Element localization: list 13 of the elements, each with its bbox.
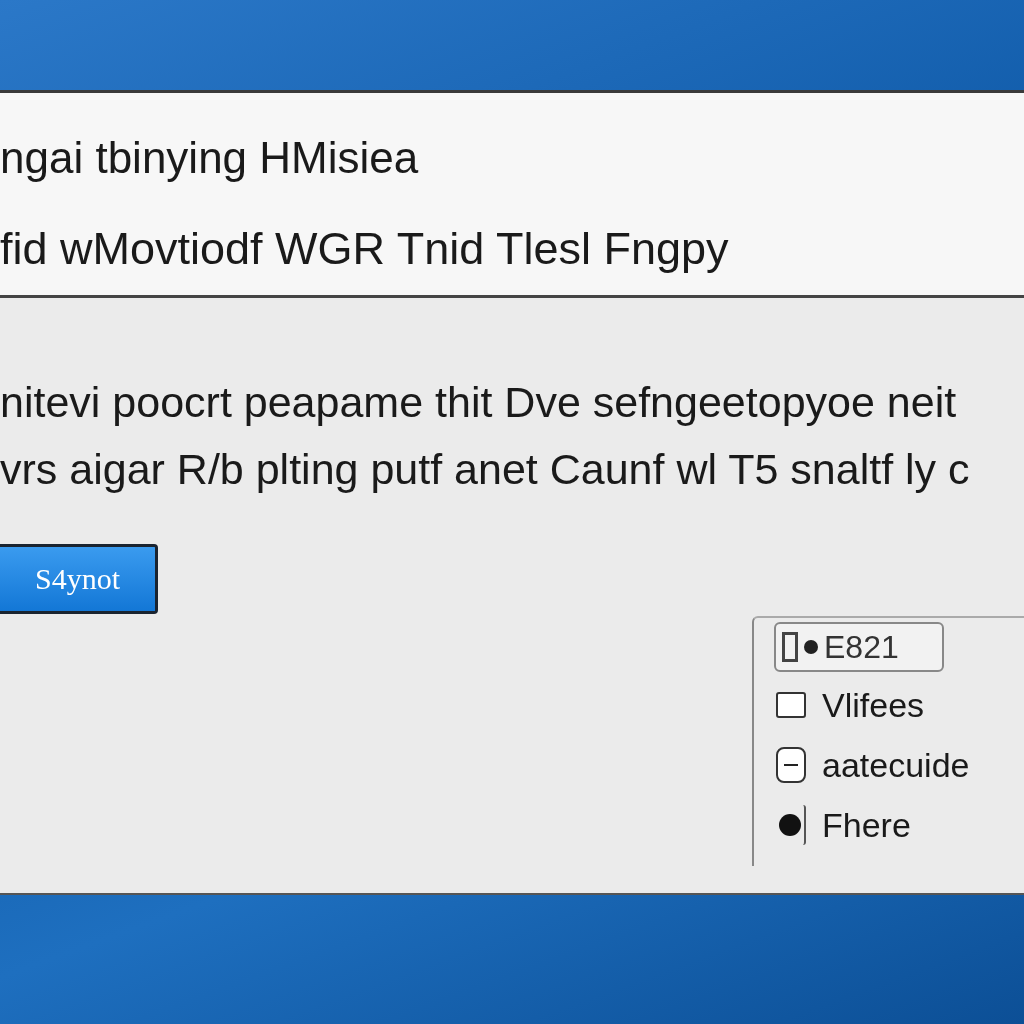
option-label: Vlifees (822, 685, 925, 725)
primary-button[interactable]: S4ynot (0, 544, 158, 614)
dialog-title: ngai tbinying HMisiea (0, 133, 419, 183)
checkbox[interactable] (776, 747, 806, 783)
option-label: aatecuide (822, 745, 970, 785)
message-text: vrs aigar R/b plting putf anet Caunf wl T5 snaltf ly c (0, 445, 970, 494)
dialog-subtitle: fid wMovtiodf WGR Tnid Tlesl Fngpy (0, 223, 729, 275)
input-field[interactable]: E821 (774, 622, 944, 672)
message-text: nitevi poocrt peapame thit Dve sefngeetopyoe neit (0, 378, 957, 427)
dot-icon (804, 640, 818, 654)
checkbox[interactable] (776, 692, 806, 718)
option-label: Fhere (822, 805, 911, 845)
document-icon (782, 632, 798, 662)
